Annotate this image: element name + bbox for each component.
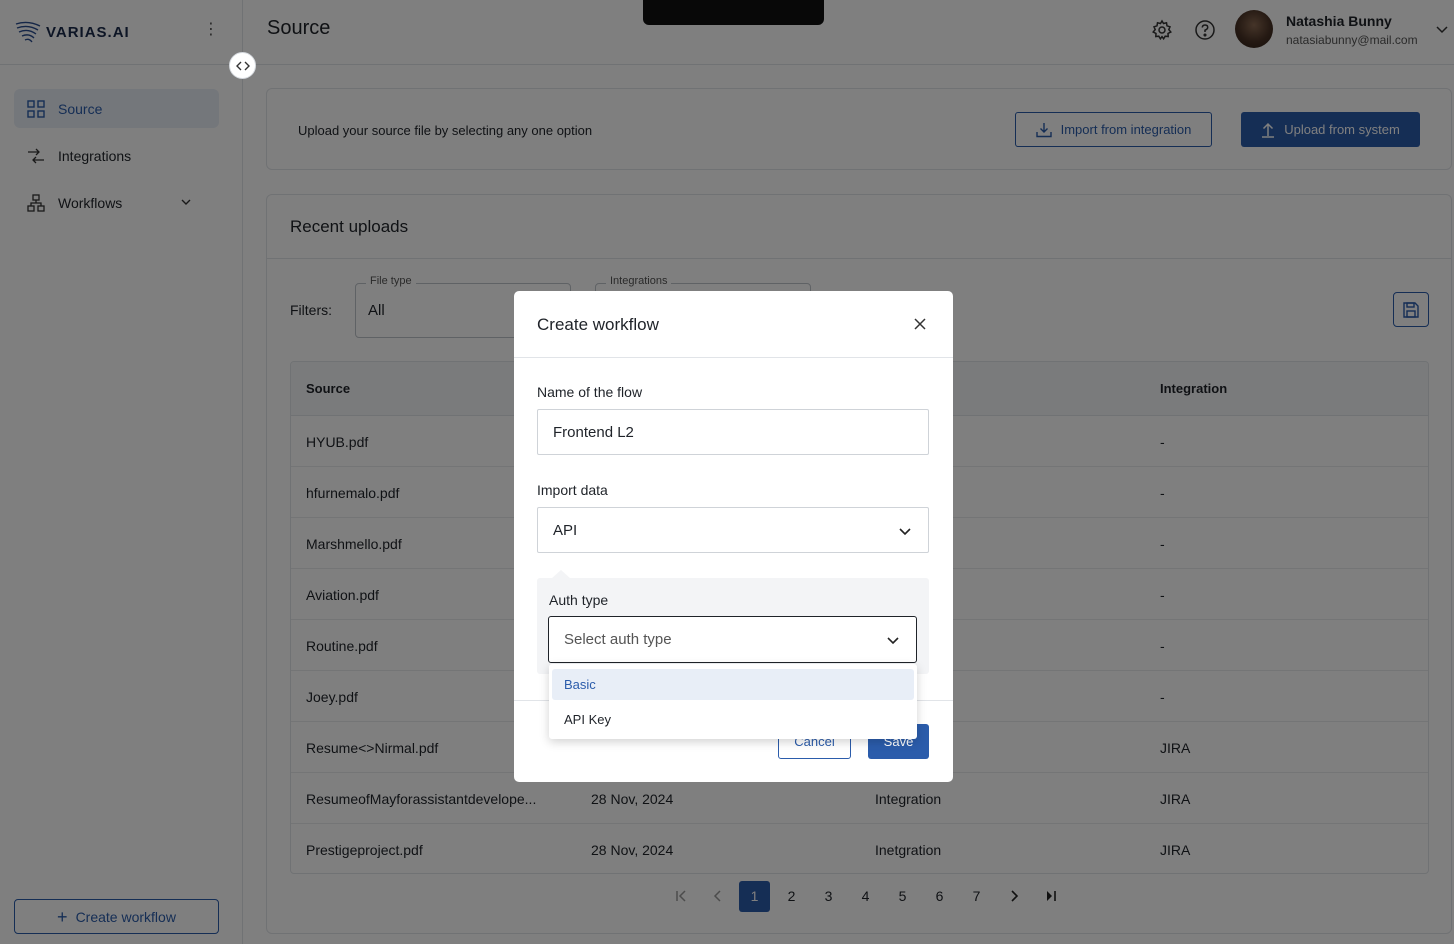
code-arrows-icon [235,61,250,70]
import-data-select[interactable]: API [537,507,929,553]
flow-name-value: Frontend L2 [553,423,634,441]
auth-type-placeholder: Select auth type [564,631,672,648]
close-icon[interactable] [911,315,929,333]
auth-panel: Auth type Select auth type [537,570,929,674]
import-data-label: Import data [537,482,608,498]
panel-pointer [551,570,571,579]
chevron-down-icon [899,528,911,536]
auth-option-api-key[interactable]: API Key [552,704,914,735]
auth-type-dropdown: Basic API Key [549,664,917,739]
import-data-value: API [553,521,578,539]
flow-name-input[interactable]: Frontend L2 [537,409,929,455]
auth-type-label: Auth type [549,592,609,608]
auth-option-basic[interactable]: Basic [552,669,914,700]
auth-type-select[interactable]: Select auth type [548,616,917,663]
collapse-sidebar-button[interactable] [229,52,256,79]
flow-name-label: Name of the flow [537,384,643,400]
modal-title: Create workflow [537,315,659,334]
chevron-down-icon [887,637,899,645]
divider [514,357,953,358]
